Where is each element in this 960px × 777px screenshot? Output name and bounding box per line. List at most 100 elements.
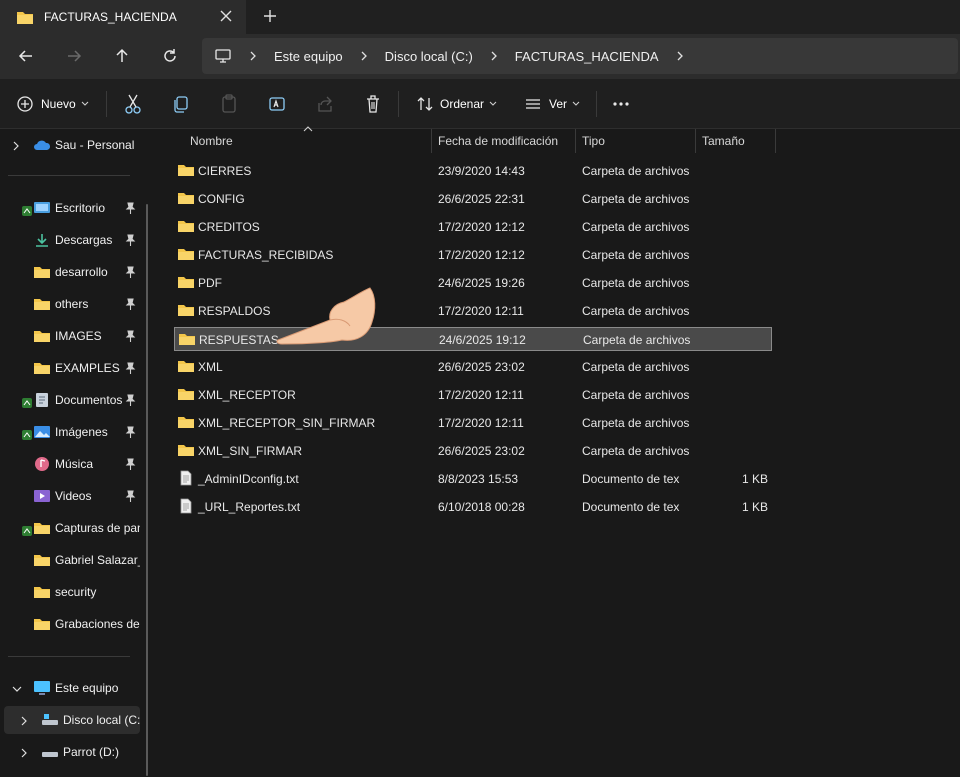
pin-icon[interactable] bbox=[125, 426, 136, 438]
copy-icon[interactable] bbox=[172, 93, 190, 115]
sidebar-item-descargas[interactable]: Descargas bbox=[0, 226, 150, 254]
pin-icon[interactable] bbox=[125, 298, 136, 310]
chevron-right-icon[interactable] bbox=[487, 49, 501, 63]
file-date: 8/8/2023 15:53 bbox=[438, 472, 519, 486]
pin-icon[interactable] bbox=[125, 362, 136, 374]
folder-row[interactable]: XML 26/6/2025 23:02 Carpeta de archivos bbox=[174, 355, 772, 379]
download-icon bbox=[36, 234, 48, 247]
rename-icon[interactable] bbox=[268, 93, 286, 115]
folder-row[interactable]: RESPUESTAS 24/6/2025 19:12 Carpeta de arch… bbox=[174, 327, 772, 351]
chevron-right-icon[interactable] bbox=[12, 141, 20, 151]
sidebar-item-m-sica[interactable]: Música bbox=[0, 450, 150, 478]
folder-icon bbox=[179, 334, 195, 345]
pin-icon[interactable] bbox=[125, 234, 136, 246]
folder-icon bbox=[34, 523, 50, 534]
sidebar-item-onedrive[interactable]: Sau - Personal bbox=[0, 131, 150, 159]
sidebar-item-videos[interactable]: Videos bbox=[0, 482, 150, 510]
file-name: _URL_Reportes.txt bbox=[198, 500, 301, 514]
folder-row[interactable]: CONFIG 26/6/2025 22:31 Carpeta de archivos bbox=[174, 187, 772, 211]
tab-facturas-hacienda[interactable]: FACTURAS_HACIENDA bbox=[0, 0, 246, 34]
up-arrow-icon[interactable] bbox=[112, 46, 132, 66]
column-header-date[interactable]: Fecha de modificación bbox=[438, 134, 558, 158]
chevron-down-icon[interactable] bbox=[12, 685, 22, 693]
paste-icon[interactable] bbox=[220, 93, 238, 115]
view-button-label: Ver bbox=[549, 97, 568, 111]
sidebar-item-desarrollo[interactable]: desarrollo bbox=[0, 258, 150, 286]
breadcrumb-este-equipo[interactable]: Este equipo bbox=[274, 49, 343, 64]
drive-icon bbox=[42, 714, 58, 725]
address-bar: Este equipo Disco local (C:) FACTURAS_HA… bbox=[0, 34, 960, 79]
file-date: 17/2/2020 12:11 bbox=[438, 304, 524, 318]
sidebar-item-gabriel-salazar-f[interactable]: Gabriel Salazar_f bbox=[0, 546, 150, 574]
pin-icon[interactable] bbox=[125, 458, 136, 470]
sidebar-item-documentos[interactable]: Documentos bbox=[0, 386, 150, 414]
close-icon[interactable] bbox=[218, 8, 234, 24]
more-options-icon[interactable] bbox=[612, 93, 630, 115]
folder-row[interactable]: CIERRES 23/9/2020 14:43 Carpeta de archivo… bbox=[174, 159, 772, 183]
pin-icon[interactable] bbox=[125, 202, 136, 214]
sidebar-item-grabaciones-de[interactable]: Grabaciones de bbox=[0, 610, 150, 638]
breadcrumb-facturas-hacienda[interactable]: FACTURAS_HACIENDA bbox=[515, 49, 659, 64]
pointing-hand-cursor bbox=[276, 287, 376, 345]
share-icon[interactable] bbox=[316, 93, 334, 115]
sidebar-item-this-pc[interactable]: Este equipo bbox=[0, 674, 150, 702]
new-button-label: Nuevo bbox=[41, 97, 76, 111]
column-divider[interactable] bbox=[575, 129, 576, 153]
delete-icon[interactable] bbox=[364, 93, 382, 115]
folder-icon bbox=[178, 445, 194, 456]
chevron-right-icon[interactable] bbox=[357, 49, 371, 63]
folder-row[interactable]: PDF 24/6/2025 19:26 Carpeta de archivos bbox=[174, 271, 772, 295]
sidebar-item-escritorio[interactable]: Escritorio bbox=[0, 194, 150, 222]
column-header-name[interactable]: Nombre bbox=[190, 134, 233, 158]
pin-icon[interactable] bbox=[125, 266, 136, 278]
folder-icon bbox=[178, 221, 194, 232]
folder-row[interactable]: XML_RECEPTOR_SIN_FIRMAR 17/2/2020 12:11 Ca… bbox=[174, 411, 772, 435]
chevron-right-icon[interactable] bbox=[673, 49, 687, 63]
file-name: XML bbox=[198, 360, 223, 374]
folder-row[interactable]: CREDITOS 17/2/2020 12:12 Carpeta de archiv… bbox=[174, 215, 772, 239]
back-arrow-icon[interactable] bbox=[16, 46, 36, 66]
pin-icon[interactable] bbox=[125, 330, 136, 342]
chevron-right-icon[interactable] bbox=[246, 49, 260, 63]
cut-icon[interactable] bbox=[124, 93, 142, 115]
refresh-icon[interactable] bbox=[160, 46, 180, 66]
folder-row[interactable]: RESPALDOS 17/2/2020 12:11 Carpeta de archi… bbox=[174, 299, 772, 323]
new-tab-icon[interactable] bbox=[262, 8, 278, 24]
sync-status-icon bbox=[22, 526, 32, 536]
column-divider[interactable] bbox=[431, 129, 432, 153]
file-name: _AdminIDconfig.txt bbox=[198, 472, 299, 486]
sidebar-item-others[interactable]: others bbox=[0, 290, 150, 318]
view-button[interactable]: Ver bbox=[524, 93, 580, 115]
folder-row[interactable]: XML_RECEPTOR 17/2/2020 12:11 Carpeta de ar… bbox=[174, 383, 772, 407]
folder-row[interactable]: FACTURAS_RECIBIDAS 17/2/2020 12:12 Carpeta… bbox=[174, 243, 772, 267]
pin-icon[interactable] bbox=[125, 394, 136, 406]
sidebar-item-disco-local[interactable]: Disco local (C:) bbox=[4, 706, 140, 734]
sidebar-item-capturas-de-pan[interactable]: Capturas de pan bbox=[0, 514, 150, 542]
sort-button[interactable]: Ordenar bbox=[416, 93, 497, 115]
file-row[interactable]: _URL_Reportes.txt 6/10/2018 00:28 Document… bbox=[174, 495, 772, 519]
sidebar-scrollbar[interactable] bbox=[146, 204, 148, 776]
sidebar-item-images[interactable]: IMAGES bbox=[0, 322, 150, 350]
file-date: 24/6/2025 19:12 bbox=[439, 333, 526, 347]
new-button[interactable]: Nuevo bbox=[16, 93, 89, 115]
pin-icon[interactable] bbox=[125, 490, 136, 502]
address-field[interactable]: Este equipo Disco local (C:) FACTURAS_HA… bbox=[202, 38, 958, 74]
folder-row[interactable]: XML_SIN_FIRMAR 26/6/2025 23:02 Carpeta de … bbox=[174, 439, 772, 463]
column-divider[interactable] bbox=[775, 129, 776, 153]
toolbar-divider bbox=[596, 91, 597, 117]
file-type: Carpeta de archivos bbox=[582, 388, 690, 402]
sidebar-item-parrot[interactable]: Parrot (D:) bbox=[0, 738, 150, 766]
breadcrumb-disco-local[interactable]: Disco local (C:) bbox=[385, 49, 473, 64]
column-header-type[interactable]: Tipo bbox=[582, 134, 605, 158]
navigation-pane: Sau - Personal Escritorio Descargas desarr… bbox=[0, 129, 158, 777]
file-date: 17/2/2020 12:11 bbox=[438, 416, 524, 430]
sidebar-item-im-genes[interactable]: Imágenes bbox=[0, 418, 150, 446]
column-divider[interactable] bbox=[695, 129, 696, 153]
forward-arrow-icon[interactable] bbox=[64, 46, 84, 66]
file-row[interactable]: _AdminIDconfig.txt 8/8/2023 15:53 Document… bbox=[174, 467, 772, 491]
sidebar-item-examples[interactable]: EXAMPLES bbox=[0, 354, 150, 382]
sidebar-item-security[interactable]: security bbox=[0, 578, 150, 606]
chevron-right-icon[interactable] bbox=[20, 748, 28, 758]
column-header-size[interactable]: Tamaño bbox=[702, 134, 745, 158]
chevron-right-icon[interactable] bbox=[20, 716, 28, 726]
